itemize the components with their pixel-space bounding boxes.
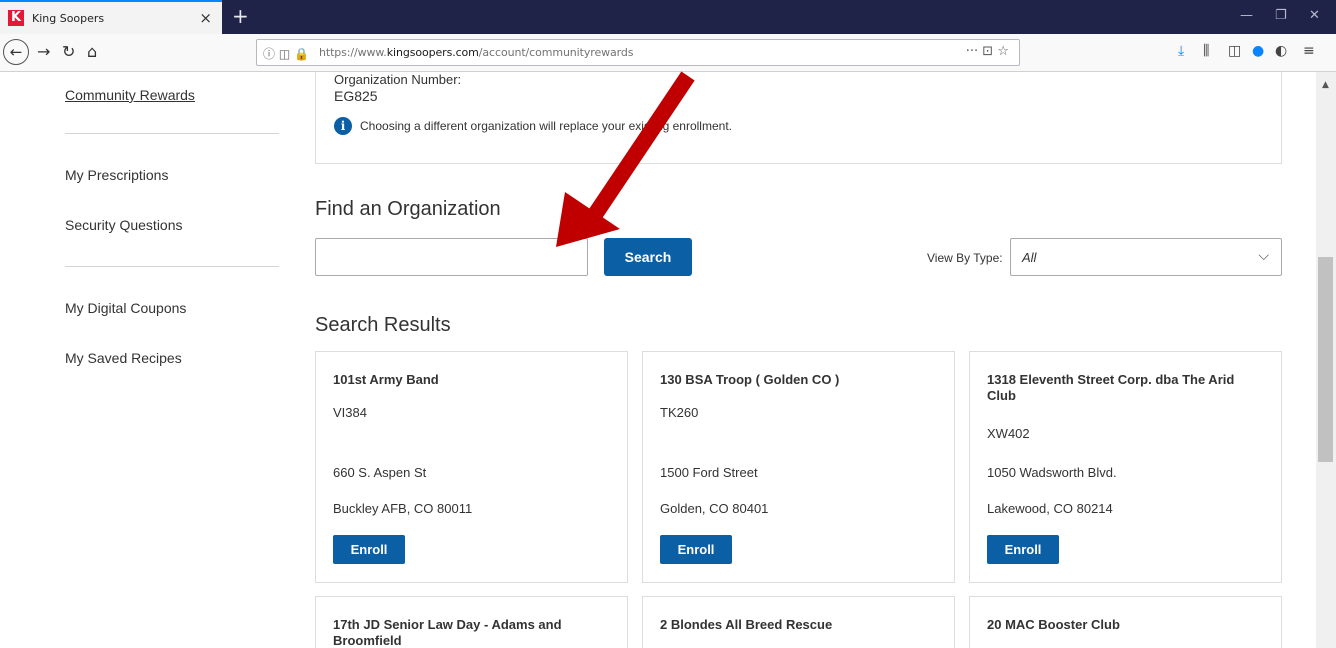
organization-name: 20 MAC Booster Club (987, 617, 1120, 632)
enroll-button[interactable]: Enroll (333, 535, 405, 564)
organization-code: XW402 (987, 426, 1030, 441)
sidebar-item-my-digital-coupons[interactable]: My Digital Coupons (65, 300, 186, 316)
organization-city: Lakewood, CO 80214 (987, 501, 1113, 516)
new-tab-icon[interactable]: + (232, 4, 249, 28)
extension-icon[interactable]: ● (1252, 43, 1264, 59)
restore-icon[interactable]: ❐ (1275, 8, 1287, 23)
result-card: 1318 Eleventh Street Corp. dba The Arid … (969, 351, 1282, 583)
address-bar[interactable]: ⓘ ◫ 🔒 https://www.kingsoopers.com/accoun… (256, 39, 1020, 66)
organization-name: 17th JD Senior Law Day - Adams and Broom… (333, 617, 562, 648)
info-icon: i (334, 117, 352, 135)
organization-number-label: Organization Number: (334, 72, 462, 87)
organization-name: 2 Blondes All Breed Rescue (660, 617, 833, 632)
organization-code: VI384 (333, 405, 367, 420)
organization-name: 130 BSA Troop ( Golden CO ) (660, 372, 840, 387)
result-card: 20 MAC Booster Club (969, 596, 1282, 648)
enroll-button[interactable]: Enroll (660, 535, 732, 564)
scroll-up-icon[interactable]: ▲ (1322, 80, 1329, 90)
sidebar-toggle-icon[interactable]: ◫ (1228, 43, 1241, 59)
sidebar-item-security-questions[interactable]: Security Questions (65, 217, 183, 233)
close-tab-icon[interactable]: × (199, 9, 212, 27)
organization-address: 660 S. Aspen St (333, 465, 427, 480)
extension-2-icon[interactable]: ◐ (1275, 43, 1287, 59)
result-card: 130 BSA Troop ( Golden CO ) TK260 1500 F… (642, 351, 955, 583)
download-icon[interactable]: ⤓ (1178, 43, 1184, 59)
sidebar-divider (65, 133, 279, 134)
window-close-icon[interactable]: ✕ (1309, 8, 1320, 23)
back-arrow-icon[interactable]: ← (3, 39, 29, 65)
result-card: 17th JD Senior Law Day - Adams and Broom… (315, 596, 628, 648)
browser-tab[interactable]: K King Soopers × (0, 0, 222, 34)
page-content: Community Rewards My Prescriptions Secur… (0, 72, 1316, 648)
forward-arrow-icon[interactable]: → (37, 43, 50, 61)
organization-city: Golden, CO 80401 (660, 501, 769, 516)
minimize-icon[interactable]: — (1240, 8, 1253, 23)
page-scrollbar[interactable]: ▲ (1316, 72, 1336, 648)
chevron-down-icon: ⌵ (1258, 248, 1269, 264)
organization-number: EG825 (334, 88, 378, 104)
organization-code: TK260 (660, 405, 699, 420)
home-icon[interactable]: ⌂ (87, 43, 97, 61)
site-info-icon[interactable]: ⓘ ◫ 🔒 (263, 45, 309, 62)
organization-address: 1500 Ford Street (660, 465, 758, 480)
scroll-thumb[interactable] (1318, 257, 1333, 462)
url-text[interactable]: https://www.kingsoopers.com/account/comm… (319, 46, 634, 59)
current-organization-box: Organization Number: EG825 i Choosing a … (315, 72, 1282, 164)
sidebar-item-community-rewards[interactable]: Community Rewards (65, 87, 195, 103)
organization-city: Buckley AFB, CO 80011 (333, 501, 473, 516)
result-card: 101st Army Band VI384 660 S. Aspen St Bu… (315, 351, 628, 583)
library-icon[interactable]: ⫼ (1203, 43, 1209, 59)
organization-name: 1318 Eleventh Street Corp. dba The Arid … (987, 372, 1235, 403)
search-button[interactable]: Search (604, 238, 692, 276)
enroll-button[interactable]: Enroll (987, 535, 1059, 564)
enrollment-info-text: Choosing a different organization will r… (360, 119, 732, 133)
organization-address: 1050 Wadsworth Blvd. (987, 465, 1117, 480)
sidebar-item-my-saved-recipes[interactable]: My Saved Recipes (65, 350, 182, 366)
menu-icon[interactable]: ≡ (1303, 43, 1315, 59)
page-actions-icon[interactable]: ··· ⊡ ☆ (966, 44, 1009, 59)
lock-icon: 🔒 (293, 47, 309, 61)
sidebar-divider (65, 266, 279, 267)
reload-icon[interactable]: ↻ (62, 43, 75, 61)
tab-title: King Soopers (32, 11, 105, 25)
view-by-type-label: View By Type: (927, 251, 1003, 265)
view-by-type-value: All (1022, 250, 1037, 265)
browser-nav-bar: ← → ↻ ⌂ ⓘ ◫ 🔒 https://www.kingsoopers.co… (0, 34, 1336, 72)
find-organization-title: Find an Organization (315, 198, 501, 220)
sidebar-item-my-prescriptions[interactable]: My Prescriptions (65, 167, 168, 183)
search-results-title: Search Results (315, 314, 451, 336)
king-soopers-favicon-icon: K (8, 10, 24, 26)
browser-tab-bar: K King Soopers × + — ❐ ✕ (0, 0, 1336, 34)
organization-search-input[interactable] (315, 238, 588, 276)
result-card: 2 Blondes All Breed Rescue (642, 596, 955, 648)
organization-name: 101st Army Band (333, 372, 439, 387)
view-by-type-select[interactable]: All ⌵ (1010, 238, 1282, 276)
